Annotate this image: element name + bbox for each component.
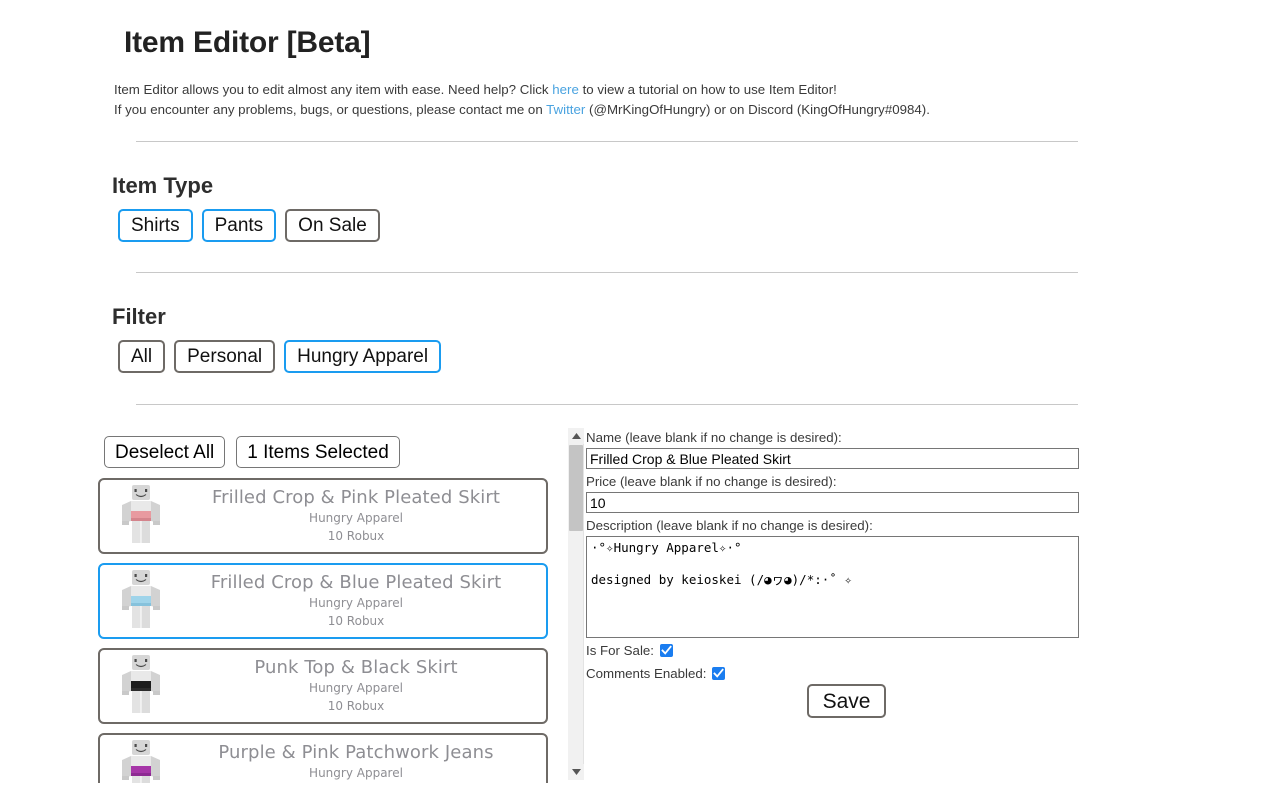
- name-input[interactable]: [586, 448, 1079, 469]
- scroll-up-arrow-icon[interactable]: [568, 428, 584, 444]
- save-button-wrap: Save: [586, 684, 1079, 718]
- filter-option-personal[interactable]: Personal: [174, 340, 276, 373]
- is-for-sale-checkbox[interactable]: [659, 644, 673, 657]
- intro-text: Item Editor allows you to edit almost an…: [114, 80, 930, 120]
- selected-count-button[interactable]: 1 Items Selected: [236, 436, 400, 468]
- tutorial-link[interactable]: here: [552, 82, 579, 97]
- item-type-options: Shirts Pants On Sale: [118, 209, 380, 242]
- item-price: 10 Robux: [327, 614, 385, 628]
- editor-panel: Name (leave blank if no change is desire…: [568, 428, 1080, 780]
- price-input[interactable]: [586, 492, 1079, 513]
- item-card[interactable]: Frilled Crop & Pink Pleated Skirt Hungry …: [98, 478, 548, 554]
- intro-line-2: If you encounter any problems, bugs, or …: [114, 100, 930, 120]
- item-creator: Hungry Apparel: [309, 596, 403, 610]
- intro-line2-before: If you encounter any problems, bugs, or …: [114, 102, 547, 117]
- item-type-heading: Item Type: [112, 173, 214, 198]
- divider-top: [136, 141, 1078, 142]
- intro-line2-after: (@MrKingOfHungry) or on Discord (KingOfH…: [585, 102, 930, 117]
- item-price: 10 Robux: [327, 699, 385, 713]
- item-price: 10 Robux: [178, 782, 534, 783]
- divider-middle: [136, 272, 1078, 273]
- comments-enabled-label: Comments Enabled:: [586, 666, 707, 681]
- item-thumbnail-icon: [104, 736, 178, 783]
- deselect-all-button[interactable]: Deselect All: [104, 436, 226, 468]
- item-list[interactable]: Frilled Crop & Pink Pleated Skirt Hungry …: [98, 478, 548, 783]
- divider-bottom: [136, 404, 1078, 405]
- item-card[interactable]: Punk Top & Black Skirt Hungry Apparel 10 R…: [98, 648, 548, 724]
- filter-heading: Filter: [112, 304, 166, 329]
- save-button[interactable]: Save: [806, 684, 887, 718]
- editor-fields: Name (leave blank if no change is desire…: [586, 428, 1080, 684]
- description-textarea[interactable]: ·°✧Hungry Apparel✧·° designed by keioske…: [586, 536, 1079, 638]
- intro-line-1: Item Editor allows you to edit almost an…: [114, 80, 930, 100]
- description-label: Description (leave blank if no change is…: [586, 518, 873, 533]
- comments-enabled-checkbox[interactable]: [712, 667, 726, 680]
- name-label: Name (leave blank if no change is desire…: [586, 430, 842, 445]
- item-card[interactable]: Purple & Pink Patchwork Jeans Hungry Appa…: [98, 733, 548, 783]
- item-thumbnail-icon: [104, 651, 178, 721]
- item-creator: Hungry Apparel: [309, 766, 403, 780]
- item-type-option-shirts[interactable]: Shirts: [118, 209, 193, 242]
- item-name: Punk Top & Black Skirt: [254, 657, 458, 678]
- item-name: Frilled Crop & Pink Pleated Skirt: [211, 487, 501, 508]
- is-for-sale-row: Is For Sale:: [586, 640, 1080, 661]
- item-thumbnail-icon: [104, 566, 178, 636]
- twitter-link[interactable]: Twitter: [546, 102, 585, 117]
- is-for-sale-label: Is For Sale:: [586, 643, 654, 658]
- item-editor-page: Item Editor [Beta] Item Editor allows yo…: [0, 0, 1280, 800]
- item-thumbnail-icon: [104, 481, 178, 551]
- item-name: Purple & Pink Patchwork Jeans: [218, 742, 494, 763]
- list-controls: Deselect All 1 Items Selected: [104, 436, 400, 468]
- editor-scrollbar[interactable]: [568, 428, 584, 780]
- filter-options: All Personal Hungry Apparel: [118, 340, 442, 373]
- intro-line1-after: to view a tutorial on how to use Item Ed…: [578, 82, 837, 97]
- item-creator: Hungry Apparel: [309, 681, 403, 695]
- price-label: Price (leave blank if no change is desir…: [586, 474, 837, 489]
- comments-enabled-row: Comments Enabled:: [586, 663, 1080, 684]
- item-price: 10 Robux: [327, 529, 385, 543]
- intro-line1-before: Item Editor allows you to edit almost an…: [114, 82, 553, 97]
- page-title: Item Editor [Beta]: [124, 26, 371, 59]
- item-type-option-on-sale[interactable]: On Sale: [285, 209, 380, 242]
- item-creator: Hungry Apparel: [309, 511, 403, 525]
- item-text: Frilled Crop & Blue Pleated Skirt Hungry …: [178, 572, 546, 630]
- item-text: Frilled Crop & Pink Pleated Skirt Hungry …: [178, 487, 546, 545]
- filter-option-all[interactable]: All: [118, 340, 166, 373]
- item-text: Purple & Pink Patchwork Jeans Hungry Appa…: [178, 742, 546, 783]
- scrollbar-thumb[interactable]: [569, 445, 583, 531]
- item-name: Frilled Crop & Blue Pleated Skirt: [210, 572, 502, 593]
- item-text: Punk Top & Black Skirt Hungry Apparel 10 R…: [178, 657, 546, 715]
- filter-option-hungry-apparel[interactable]: Hungry Apparel: [284, 340, 442, 373]
- item-card[interactable]: Frilled Crop & Blue Pleated Skirt Hungry …: [98, 563, 548, 639]
- item-type-option-pants[interactable]: Pants: [201, 209, 277, 242]
- scroll-down-arrow-icon[interactable]: [568, 764, 584, 780]
